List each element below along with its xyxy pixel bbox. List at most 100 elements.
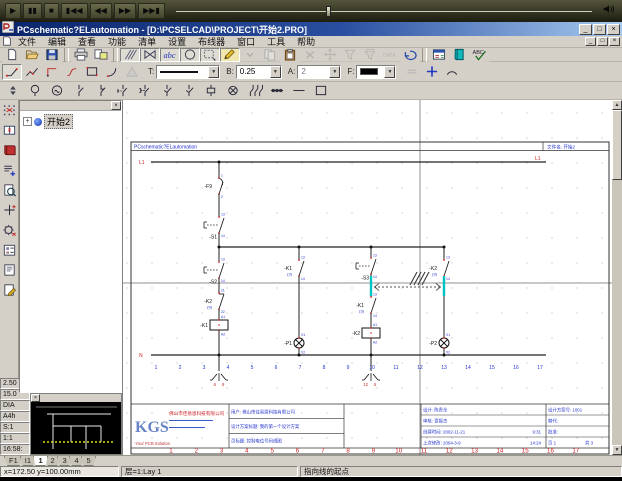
sym-button-no[interactable]	[134, 83, 156, 99]
status-cell-5[interactable]: 1:1	[0, 433, 30, 444]
line-width-select[interactable]: 0.25 ▼	[236, 65, 282, 79]
sym-motor[interactable]	[46, 83, 68, 99]
menu-item-4[interactable]: 清单	[132, 35, 162, 48]
vertical-scrollbar[interactable]: ▲ ▼	[612, 100, 622, 455]
sym-terminal-strip[interactable]	[266, 83, 288, 99]
chevron-down-icon[interactable]: ▼	[270, 66, 281, 78]
symbol-menu-button[interactable]	[1, 122, 18, 138]
stop-button[interactable]: ■	[44, 3, 59, 19]
sym-contact-nc[interactable]	[90, 83, 112, 99]
status-cell-3[interactable]: A4h	[0, 411, 30, 422]
sym-line[interactable]	[288, 83, 310, 99]
zoom-window-button[interactable]	[140, 48, 160, 62]
database-button[interactable]	[449, 48, 469, 62]
arc-seg-tool[interactable]	[442, 64, 462, 80]
menu-item-8[interactable]: 工具	[261, 35, 291, 48]
paste-button[interactable]	[280, 48, 300, 62]
notes-button[interactable]	[1, 262, 18, 278]
zoom-page-button[interactable]	[1, 182, 18, 198]
zoom-lines-button[interactable]	[120, 48, 140, 62]
mdi-restore-button[interactable]: □	[597, 37, 608, 46]
restore-button[interactable]: □	[593, 24, 606, 35]
chevron-down-icon[interactable]: ▼	[384, 66, 395, 78]
filter-b-button[interactable]	[360, 48, 380, 62]
circle-mode-button[interactable]	[180, 48, 200, 62]
sym-contact-arrow2[interactable]	[178, 83, 200, 99]
rewind-button[interactable]: ◀◀	[90, 3, 112, 19]
print-setup-button[interactable]	[91, 48, 111, 62]
sym-coil[interactable]	[200, 83, 222, 99]
page-tab-1[interactable]: 1	[33, 456, 48, 466]
text-height-select[interactable]: 2 ▼	[297, 65, 341, 79]
settings-button[interactable]	[1, 222, 18, 238]
scroll-down-icon[interactable]: ▼	[612, 445, 622, 455]
minimize-button[interactable]: _	[579, 24, 592, 35]
menu-item-6[interactable]: 布线器	[192, 35, 231, 48]
menu-item-9[interactable]: 帮助	[291, 35, 321, 48]
rect-tool[interactable]	[82, 64, 102, 80]
list-button[interactable]	[1, 162, 18, 178]
sym-signal-lamp[interactable]	[24, 83, 46, 99]
tree-item-project[interactable]: + 开始2	[23, 114, 121, 129]
filter-a-button[interactable]	[340, 48, 360, 62]
menu-item-5[interactable]: 设置	[162, 35, 192, 48]
close-button[interactable]: ×	[607, 24, 620, 35]
status-cell-4[interactable]: S:1	[0, 422, 30, 433]
sym-box[interactable]	[310, 83, 332, 99]
area-select-button[interactable]	[200, 48, 220, 62]
close-icon[interactable]: ×	[31, 394, 40, 402]
spellcheck-button[interactable]: ABC	[469, 48, 489, 62]
first-frame-button[interactable]: ▮◀◀	[61, 3, 88, 19]
menu-item-3[interactable]: 功能	[102, 35, 132, 48]
scroll-thumb[interactable]	[612, 110, 622, 180]
menu-item-1[interactable]: 编辑	[42, 35, 72, 48]
overview-canvas[interactable]	[31, 402, 121, 454]
forward-button[interactable]: ▶▶	[114, 3, 136, 19]
project-name[interactable]: 开始2	[44, 114, 73, 129]
page-tab-5[interactable]: 5	[81, 456, 96, 466]
close-icon[interactable]: ×	[111, 101, 121, 110]
menu-item-7[interactable]: 窗口	[231, 35, 261, 48]
open-button[interactable]	[22, 48, 42, 62]
page-tab-F1[interactable]: F1	[4, 456, 23, 466]
status-cell-6[interactable]: 16:58:	[0, 444, 30, 455]
sym-contact-no[interactable]	[68, 83, 90, 99]
snap-cross-tool[interactable]	[422, 64, 442, 80]
corner-tool[interactable]	[42, 64, 62, 80]
parallel-tool[interactable]	[402, 64, 422, 80]
delete-button[interactable]	[300, 48, 320, 62]
objects-button[interactable]	[1, 242, 18, 258]
last-frame-button[interactable]: ▶▶▮	[138, 3, 165, 19]
data-button[interactable]: DATA	[380, 48, 400, 62]
pause-button[interactable]: ▮▮	[23, 3, 42, 19]
speaker-icon[interactable]	[602, 2, 616, 20]
grid-snap-button[interactable]	[1, 102, 18, 118]
window-list-button[interactable]	[429, 48, 449, 62]
scroll-up-icon[interactable]: ▲	[612, 100, 622, 110]
media-slider[interactable]	[176, 4, 592, 18]
expand-button[interactable]	[240, 48, 260, 62]
arc-t+ool[interactable]	[102, 64, 122, 80]
draw-mode-button[interactable]	[220, 48, 240, 62]
edit-page-button[interactable]	[1, 282, 18, 298]
play-button[interactable]: ▶	[5, 3, 21, 19]
print-button[interactable]	[71, 48, 91, 62]
mdi-close-button[interactable]: ×	[609, 37, 620, 46]
fill-tool[interactable]	[122, 64, 142, 80]
sym-three-phase[interactable]	[244, 83, 266, 99]
curve-tool[interactable]	[62, 64, 82, 80]
text-mode-button[interactable]: abc	[160, 48, 180, 62]
copy-button[interactable]	[260, 48, 280, 62]
new-button[interactable]	[2, 48, 22, 62]
color-select[interactable]: ▼	[356, 65, 396, 79]
tree-expand-icon[interactable]: +	[23, 117, 32, 126]
status-cell-2[interactable]: DIA	[0, 400, 30, 411]
manual-button[interactable]	[1, 142, 18, 158]
line-tool[interactable]	[2, 64, 22, 80]
media-slider-handle[interactable]	[326, 6, 331, 17]
schematic-canvas[interactable]: PCschematic?ELautomation文件名: 开始2L1L1N12-…	[122, 100, 612, 455]
mdi-minimize-button[interactable]: _	[585, 37, 596, 46]
sym-lamp-x[interactable]	[222, 83, 244, 99]
menu-item-0[interactable]: 文件	[12, 35, 42, 48]
overview-titlebar[interactable]: ×	[31, 394, 121, 402]
